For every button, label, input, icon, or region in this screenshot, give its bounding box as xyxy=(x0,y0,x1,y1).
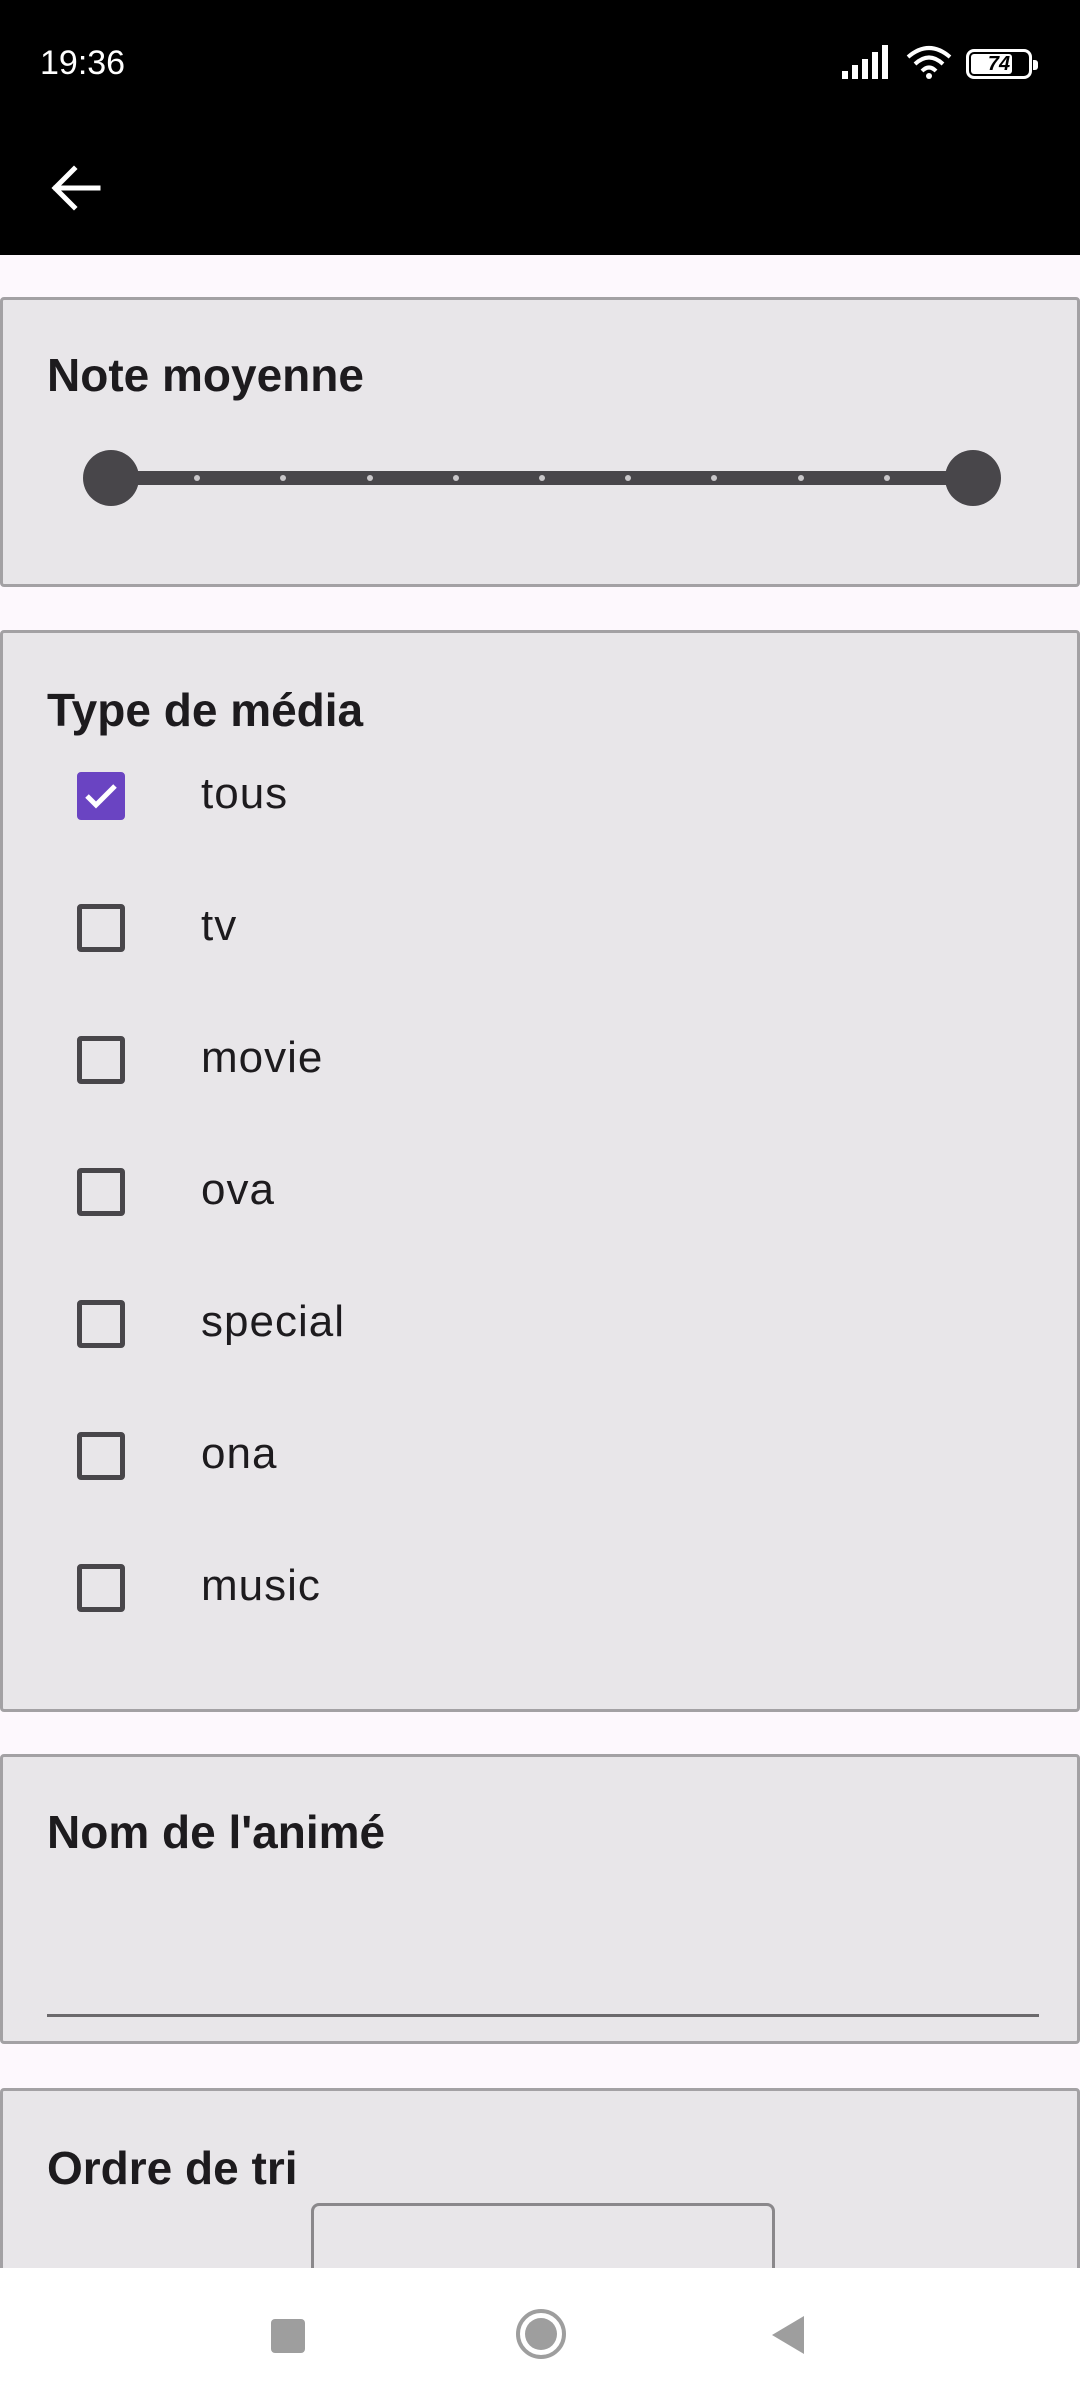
slider-tick xyxy=(625,475,632,481)
media-type-card: Type de média tous tv movie ova special ona mu… xyxy=(0,630,1080,1712)
sort-title: Ordre de tri xyxy=(47,2142,298,2194)
rating-range-slider[interactable] xyxy=(111,471,973,485)
name-card: Nom de l'animé xyxy=(0,1754,1080,2044)
checkbox-label: music xyxy=(201,1561,321,1610)
anime-name-input[interactable] xyxy=(47,1837,1039,2017)
arrow-left-icon xyxy=(50,164,102,216)
media-option-movie[interactable]: movie xyxy=(43,1009,1043,1109)
media-option-tv[interactable]: tv xyxy=(43,877,1043,977)
wifi-icon xyxy=(906,45,952,84)
media-type-title: Type de média xyxy=(47,684,364,736)
checkbox[interactable] xyxy=(77,772,125,820)
battery-level: 74 xyxy=(987,52,1011,75)
slider-tick xyxy=(797,475,804,481)
checkbox-label: movie xyxy=(201,1033,324,1082)
checkbox-label: ova xyxy=(201,1165,275,1214)
media-option-music[interactable]: music xyxy=(43,1537,1043,1637)
battery-nub xyxy=(1033,60,1038,70)
slider-tick xyxy=(194,475,201,481)
checkbox[interactable] xyxy=(77,1564,125,1612)
status-bar: 19:36 74 xyxy=(0,0,1080,130)
rating-card: Note moyenne xyxy=(0,297,1080,587)
app-bar xyxy=(0,130,1080,255)
slider-thumb-min[interactable] xyxy=(83,450,139,506)
checkbox[interactable] xyxy=(77,1036,125,1084)
signal-icon xyxy=(842,44,892,84)
checkbox-label: tv xyxy=(201,901,238,950)
status-icons: 74 xyxy=(842,44,1038,84)
slider-thumb-max[interactable] xyxy=(945,450,1001,506)
slider-tick xyxy=(883,475,890,481)
triangle-back-icon xyxy=(770,2316,806,2360)
system-nav-bar xyxy=(0,2268,1080,2400)
checkbox[interactable] xyxy=(77,904,125,952)
media-option-special[interactable]: special xyxy=(43,1273,1043,1373)
checkbox-label: tous xyxy=(201,769,289,818)
checkbox[interactable] xyxy=(77,1432,125,1480)
circle-home-icon xyxy=(515,2309,567,2364)
slider-tick xyxy=(366,475,373,481)
home-button[interactable] xyxy=(515,2308,567,2365)
checkbox[interactable] xyxy=(77,1168,125,1216)
status-time: 19:36 xyxy=(40,44,126,82)
slider-tick xyxy=(539,475,545,481)
checkbox-label: ona xyxy=(201,1429,278,1478)
square-icon xyxy=(270,2319,306,2358)
battery-icon: 74 xyxy=(966,49,1038,79)
checkbox[interactable] xyxy=(77,1300,125,1348)
media-option-ova[interactable]: ova xyxy=(43,1141,1043,1241)
media-option-tous[interactable]: tous xyxy=(43,745,1043,845)
input-underline xyxy=(47,2014,1039,2017)
back-button[interactable] xyxy=(36,150,116,230)
check-icon xyxy=(85,784,117,809)
rating-title: Note moyenne xyxy=(47,349,364,401)
media-option-ona[interactable]: ona xyxy=(43,1405,1043,1505)
slider-tick xyxy=(452,475,459,481)
recents-button[interactable] xyxy=(270,2318,306,2359)
back-nav-button[interactable] xyxy=(770,2314,806,2361)
checkbox-label: special xyxy=(201,1297,345,1346)
slider-tick xyxy=(711,475,718,481)
slider-tick xyxy=(280,475,287,481)
